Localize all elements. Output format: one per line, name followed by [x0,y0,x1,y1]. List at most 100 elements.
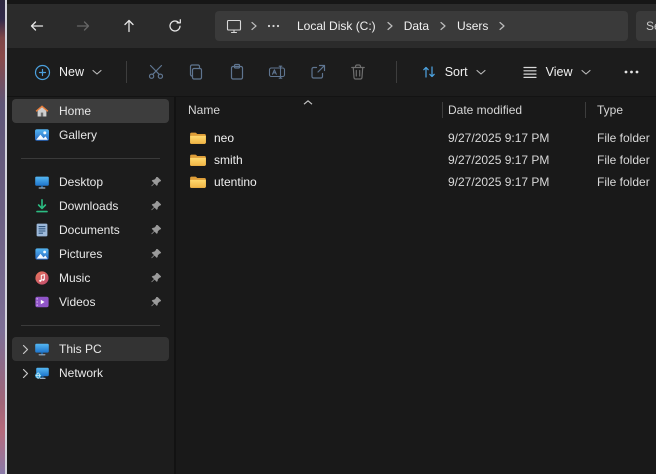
column-header-date-modified[interactable]: Date modified [442,97,585,123]
rename-button[interactable] [261,55,293,89]
file-name: utentino [214,175,257,189]
file-type: File folder [585,131,656,145]
pin-icon [150,224,162,236]
column-header-label: Date modified [448,103,522,117]
chevron-down-icon [581,68,591,76]
pin-icon [150,200,162,212]
sort-arrows-icon [421,64,437,80]
sidebar-divider [21,325,160,326]
refresh-icon [167,18,183,34]
sidebar-item-label: Pictures [59,247,102,261]
sidebar-item-label: Videos [59,295,95,309]
chevron-down-icon [92,68,102,76]
sidebar-item-label: Music [59,271,90,285]
desktop-icon [33,174,50,191]
sidebar-item-label: Gallery [59,128,97,142]
navigation-bar: Local Disk (C:) Data Users Se [7,4,656,48]
pin-icon [150,176,162,188]
breadcrumb-chevron-icon [249,21,259,31]
sort-button-label: Sort [445,65,468,79]
expand-chevron-icon[interactable] [18,368,33,379]
share-icon [309,63,327,81]
this-pc-crumb-icon[interactable] [219,18,249,34]
column-header-type[interactable]: Type [585,97,656,123]
back-button[interactable] [21,10,53,42]
breadcrumb-chevron-icon [497,21,507,31]
sidebar-item-label: This PC [59,342,102,356]
paste-button[interactable] [221,55,253,89]
sidebar-item-label: Documents [59,223,120,237]
network-icon [33,365,50,382]
sort-button[interactable]: Sort [410,57,497,87]
more-options-button[interactable] [616,55,648,89]
sidebar-item-videos[interactable]: Videos [12,290,169,314]
column-header-label: Name [188,103,220,117]
copy-button[interactable] [180,55,212,89]
sidebar-item-label: Home [59,104,91,118]
file-name: smith [214,153,243,167]
cut-icon [147,63,165,81]
file-rows: neo 9/27/2025 9:17 PM File folder smith … [176,123,656,193]
file-type: File folder [585,153,656,167]
documents-icon [33,222,50,239]
file-row-utentino[interactable]: utentino 9/27/2025 9:17 PM File folder [176,171,656,193]
sidebar-item-label: Network [59,366,103,380]
view-list-icon [522,64,538,80]
plus-circle-icon [34,64,51,81]
toolbar-separator [396,61,397,83]
folder-icon [189,131,207,145]
sidebar-item-documents[interactable]: Documents [12,218,169,242]
view-button-label: View [546,65,573,79]
monitor-icon [226,18,242,34]
file-date-modified: 9/27/2025 9:17 PM [442,153,585,167]
cut-button[interactable] [140,55,172,89]
breadcrumb-item-data[interactable]: Data [395,19,438,33]
forward-button[interactable] [67,10,99,42]
file-row-neo[interactable]: neo 9/27/2025 9:17 PM File folder [176,127,656,149]
up-button[interactable] [113,10,145,42]
file-type: File folder [585,175,656,189]
sidebar-item-network[interactable]: Network [12,361,169,385]
breadcrumb-item-users[interactable]: Users [448,19,497,33]
column-headers: Name Date modified Type [176,97,656,123]
file-explorer-window: Local Disk (C:) Data Users Se [7,0,656,474]
sort-ascending-caret-icon [303,100,313,105]
sidebar-item-home[interactable]: Home [12,99,169,123]
delete-button[interactable] [342,55,374,89]
command-toolbar: New S [7,48,656,97]
sidebar-item-pictures[interactable]: Pictures [12,242,169,266]
toolbar-separator [126,61,127,83]
ellipsis-icon [624,70,639,74]
downloads-icon [33,198,50,215]
up-arrow-icon [121,18,137,34]
address-bar[interactable]: Local Disk (C:) Data Users [215,11,628,41]
window-content: Home Gallery Desktop [7,97,656,474]
breadcrumb-overflow-button[interactable] [259,24,288,28]
column-header-label: Type [597,103,623,117]
share-button[interactable] [302,55,334,89]
breadcrumb-item-local-disk[interactable]: Local Disk (C:) [288,19,385,33]
copy-icon [187,63,205,81]
pictures-icon [33,246,50,263]
expand-chevron-icon[interactable] [18,344,33,355]
navigation-pane: Home Gallery Desktop [7,97,174,474]
ellipsis-icon [267,24,280,28]
pin-icon [150,248,162,260]
sidebar-item-gallery[interactable]: Gallery [12,123,169,147]
refresh-button[interactable] [159,10,191,42]
sidebar-item-label: Downloads [59,199,118,213]
sidebar-item-this-pc[interactable]: This PC [12,337,169,361]
sidebar-item-music[interactable]: Music [12,266,169,290]
search-input[interactable]: Se [636,11,656,41]
view-button[interactable]: View [511,57,602,87]
file-row-smith[interactable]: smith 9/27/2025 9:17 PM File folder [176,149,656,171]
new-button-label: New [59,65,84,79]
sidebar-item-downloads[interactable]: Downloads [12,194,169,218]
file-name: neo [214,131,234,145]
forward-arrow-icon [75,18,91,34]
sidebar-item-desktop[interactable]: Desktop [12,170,169,194]
home-icon [33,103,50,120]
pin-icon [150,272,162,284]
gallery-icon [33,127,50,144]
new-button[interactable]: New [23,57,113,88]
